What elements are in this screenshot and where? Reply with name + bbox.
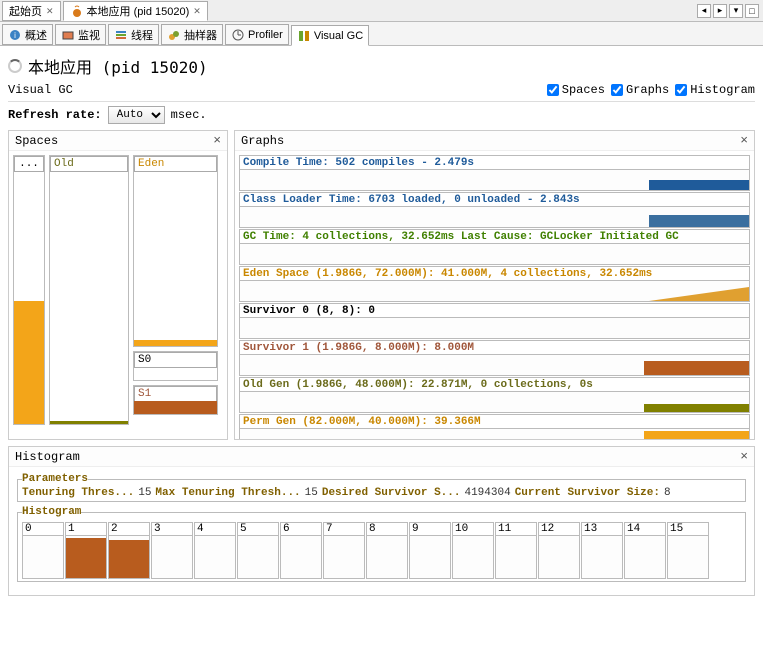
svg-text:i: i — [14, 31, 16, 40]
space-old: Old — [49, 155, 129, 425]
refresh-row: Refresh rate: Auto msec. — [8, 106, 755, 124]
content-area: 本地应用 (pid 15020) Visual GC Spaces Graphs… — [0, 46, 763, 658]
refresh-select[interactable]: Auto — [108, 106, 165, 124]
close-icon[interactable]: × — [740, 133, 748, 148]
dropdown-icon[interactable]: ▾ — [729, 4, 743, 18]
tab-threads[interactable]: 线程 — [108, 24, 159, 45]
tab-local-app[interactable]: 本地应用 (pid 15020) ✕ — [63, 1, 208, 21]
page-title-text: 本地应用 (pid 15020) — [28, 54, 208, 78]
tool-label: Visual GC — [8, 83, 73, 97]
panel-title: Spaces — [15, 134, 58, 148]
graph-perm: Perm Gen (82.000M, 40.000M): 39.366M — [239, 414, 750, 439]
hist-bar-5: 5 — [237, 522, 279, 579]
hist-bar-7: 7 — [323, 522, 365, 579]
hist-bar-10: 10 — [452, 522, 494, 579]
spaces-panel: Spaces × ... Old — [8, 130, 228, 440]
checkbox-graphs[interactable]: Graphs — [611, 83, 669, 97]
maximize-icon[interactable]: □ — [745, 4, 759, 18]
threads-icon — [114, 28, 128, 42]
info-icon: i — [8, 28, 22, 42]
tab-label: 监视 — [78, 27, 100, 43]
close-icon[interactable]: ✕ — [193, 6, 201, 17]
hist-bar-4: 4 — [194, 522, 236, 579]
visualgc-toolbar: Visual GC Spaces Graphs Histogram — [8, 80, 755, 102]
tab-label: Visual GC — [314, 30, 363, 42]
close-icon[interactable]: ✕ — [46, 6, 54, 17]
histogram-panel: Histogram × Parameters Tenuring Thres...… — [8, 446, 755, 596]
space-eden: Eden — [133, 155, 218, 347]
panel-title: Graphs — [241, 134, 284, 148]
tab-label: 抽样器 — [184, 27, 217, 43]
tab-label: 起始页 — [9, 3, 42, 19]
sub-tab-bar: i 概述 监视 线程 抽样器 Profiler Visual GC — [0, 22, 763, 46]
hist-bar-9: 9 — [409, 522, 451, 579]
graph-gctime: GC Time: 4 collections, 32.652ms Last Ca… — [239, 229, 750, 265]
graph-eden: Eden Space (1.986G, 72.000M): 41.000M, 4… — [239, 266, 750, 302]
hist-bar-8: 8 — [366, 522, 408, 579]
graph-classloader: Class Loader Time: 6703 loaded, 0 unload… — [239, 192, 750, 228]
hist-bar-6: 6 — [280, 522, 322, 579]
tab-label: 概述 — [25, 27, 47, 43]
space-perm: ... — [13, 155, 45, 425]
tab-visual-gc[interactable]: Visual GC — [291, 25, 369, 46]
panel-title: Histogram — [15, 450, 80, 464]
params-fieldset: Parameters Tenuring Thres... 15 Max Tenu… — [17, 473, 746, 502]
hist-bar-3: 3 — [151, 522, 193, 579]
hist-bar-13: 13 — [581, 522, 623, 579]
tab-overview[interactable]: i 概述 — [2, 24, 53, 45]
graph-compile: Compile Time: 502 compiles - 2.479s — [239, 155, 750, 191]
hist-bar-1: 1 — [65, 522, 107, 579]
profiler-icon — [231, 28, 245, 42]
graph-s1: Survivor 1 (1.986G, 8.000M): 8.000M — [239, 340, 750, 376]
close-icon[interactable]: × — [213, 133, 221, 148]
hist-bar-15: 15 — [667, 522, 709, 579]
refresh-label: Refresh rate: — [8, 108, 102, 122]
page-title: 本地应用 (pid 15020) — [8, 54, 755, 78]
hist-bar-12: 12 — [538, 522, 580, 579]
tab-label: Profiler — [248, 29, 283, 41]
tab-label: 线程 — [131, 27, 153, 43]
tab-sampler[interactable]: 抽样器 — [161, 24, 223, 45]
monitor-icon — [61, 28, 75, 42]
hist-bar-2: 2 — [108, 522, 150, 579]
tab-label: 本地应用 (pid 15020) — [87, 3, 190, 19]
visualgc-icon — [297, 29, 311, 43]
java-icon — [70, 4, 84, 18]
tab-profiler[interactable]: Profiler — [225, 24, 289, 45]
sampler-icon — [167, 28, 181, 42]
graph-old: Old Gen (1.986G, 48.000M): 22.871M, 0 co… — [239, 377, 750, 413]
tab-start-page[interactable]: 起始页 ✕ — [2, 1, 61, 21]
spinner-icon — [8, 59, 22, 73]
tab-monitor[interactable]: 监视 — [55, 24, 106, 45]
nav-fwd-icon[interactable]: ▸ — [713, 4, 727, 18]
space-s1: S1 — [133, 385, 218, 415]
hist-bar-14: 14 — [624, 522, 666, 579]
window-controls: ◂ ▸ ▾ □ — [697, 4, 763, 18]
space-s0: S0 — [133, 351, 218, 381]
checkbox-spaces[interactable]: Spaces — [547, 83, 605, 97]
checkbox-histogram[interactable]: Histogram — [675, 83, 755, 97]
outer-tab-bar: 起始页 ✕ 本地应用 (pid 15020) ✕ ◂ ▸ ▾ □ — [0, 0, 763, 22]
graphs-panel: Graphs × Compile Time: 502 compiles - 2.… — [234, 130, 755, 440]
close-icon[interactable]: × — [740, 449, 748, 464]
nav-back-icon[interactable]: ◂ — [697, 4, 711, 18]
refresh-unit: msec. — [171, 108, 207, 122]
hist-bar-0: 0 — [22, 522, 64, 579]
hist-bar-11: 11 — [495, 522, 537, 579]
hist-fieldset: Histogram 0123456789101112131415 — [17, 506, 746, 582]
graph-s0: Survivor 0 (8, 8): 0 — [239, 303, 750, 339]
